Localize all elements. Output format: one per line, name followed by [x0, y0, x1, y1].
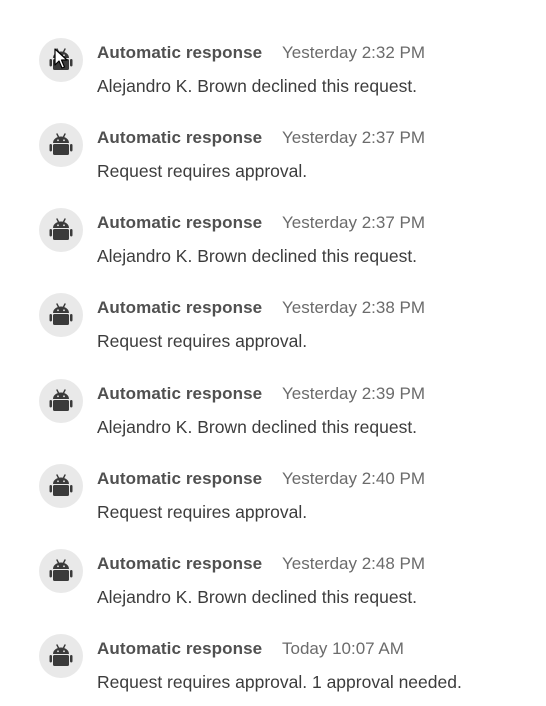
android-robot-icon	[49, 474, 73, 496]
bot-avatar[interactable]	[39, 549, 83, 593]
entry-timestamp: Yesterday 2:40 PM	[282, 469, 426, 488]
entry-author: Automatic response	[97, 639, 263, 658]
android-robot-icon	[49, 133, 73, 155]
entry-message: Alejandro K. Brown declined this request…	[97, 76, 418, 96]
activity-entry: Automatic response Yesterday 2:38 PM Req…	[0, 285, 546, 365]
bot-avatar[interactable]	[39, 379, 83, 423]
entry-timestamp: Yesterday 2:39 PM	[282, 384, 426, 403]
entry-author: Automatic response	[97, 213, 263, 232]
entry-author: Automatic response	[97, 298, 263, 317]
android-robot-icon	[49, 644, 73, 666]
entry-timestamp: Yesterday 2:37 PM	[282, 128, 426, 147]
activity-entry: Automatic response Yesterday 2:40 PM Req…	[0, 456, 546, 536]
android-robot-icon	[49, 389, 73, 411]
activity-entry: Automatic response Yesterday 2:39 PM Ale…	[0, 371, 546, 451]
entry-author: Automatic response	[97, 469, 263, 488]
android-robot-icon	[49, 218, 73, 240]
entry-author: Automatic response	[97, 554, 263, 573]
bot-avatar[interactable]	[39, 208, 83, 252]
entry-author: Automatic response	[97, 384, 263, 403]
activity-entry: Automatic response Yesterday 2:37 PM Req…	[0, 115, 546, 195]
bot-avatar[interactable]	[39, 38, 83, 82]
entry-message: Alejandro K. Brown declined this request…	[97, 417, 418, 437]
entry-message: Request requires approval.	[97, 331, 308, 351]
bot-avatar[interactable]	[39, 123, 83, 167]
entry-message: Alejandro K. Brown declined this request…	[97, 246, 418, 266]
entry-message: Alejandro K. Brown declined this request…	[97, 587, 418, 607]
activity-entry: Automatic response Today 10:07 AM Reques…	[0, 626, 546, 706]
android-robot-icon	[49, 303, 73, 325]
activity-entry: Automatic response Yesterday 2:32 PM Ale…	[0, 30, 546, 110]
activity-entry: Automatic response Yesterday 2:48 PM Ale…	[0, 541, 546, 621]
entry-timestamp: Yesterday 2:37 PM	[282, 213, 426, 232]
entry-timestamp: Yesterday 2:48 PM	[282, 554, 426, 573]
android-robot-icon	[49, 559, 73, 581]
bot-avatar[interactable]	[39, 464, 83, 508]
entry-timestamp: Today 10:07 AM	[282, 639, 404, 658]
android-robot-icon	[49, 48, 73, 70]
entry-message: Request requires approval.	[97, 161, 308, 181]
entry-timestamp: Yesterday 2:38 PM	[282, 298, 426, 317]
entry-author: Automatic response	[97, 128, 263, 147]
entry-message: Request requires approval.	[97, 502, 308, 522]
activity-entry: Automatic response Yesterday 2:37 PM Ale…	[0, 200, 546, 280]
entry-message: Request requires approval. 1 approval ne…	[97, 672, 462, 692]
bot-avatar[interactable]	[39, 293, 83, 337]
entry-author: Automatic response	[97, 43, 263, 62]
bot-avatar[interactable]	[39, 634, 83, 678]
entry-timestamp: Yesterday 2:32 PM	[282, 43, 426, 62]
